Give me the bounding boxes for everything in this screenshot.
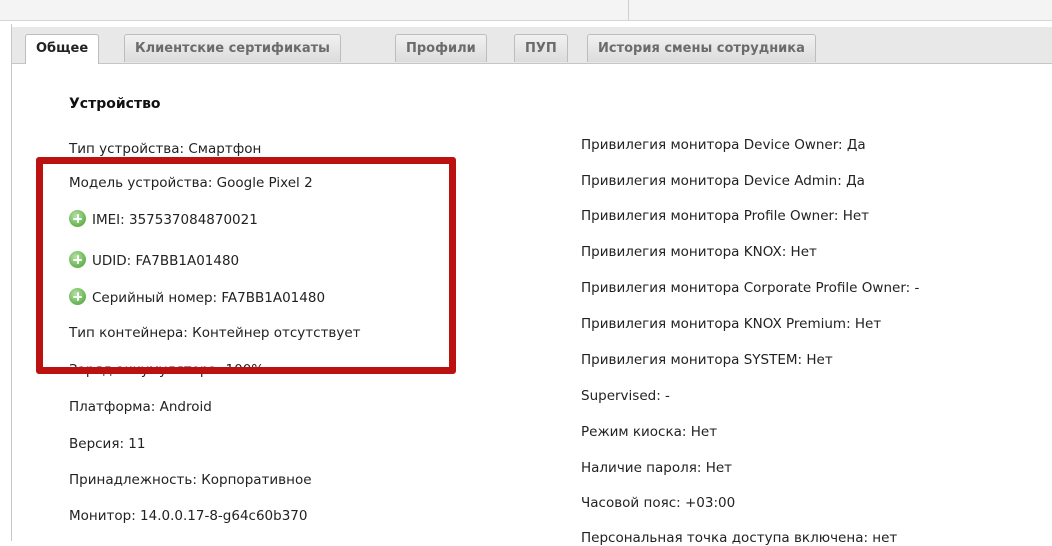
field-version: Версия: 11 bbox=[69, 436, 146, 452]
field-kiosk-mode: Режим киоска: Нет bbox=[581, 424, 718, 440]
field-priv-corporate-profile-owner: Привилегия монитора Corporate Profile Ow… bbox=[581, 280, 920, 296]
field-priv-device-admin: Привилегия монитора Device Admin: Да bbox=[581, 173, 865, 189]
field-priv-profile-owner: Привилегия монитора Profile Owner: Нет bbox=[581, 208, 870, 224]
field-supervised: Supervised: - bbox=[581, 388, 670, 404]
field-priv-knox-premium: Привилегия монитора KNOX Premium: Нет bbox=[581, 316, 882, 332]
tab-employee-change-history[interactable]: История смены сотрудника bbox=[587, 34, 816, 62]
field-priv-knox: Привилегия монитора KNOX: Нет bbox=[581, 244, 817, 260]
field-ownership: Принадлежность: Корпоративное bbox=[69, 472, 312, 488]
tab-general[interactable]: Общее bbox=[25, 34, 100, 64]
field-priv-system: Привилегия монитора SYSTEM: Нет bbox=[581, 352, 833, 368]
field-personal-hotspot: Персональная точка доступа включена: нет bbox=[581, 530, 898, 546]
tab-pup[interactable]: ПУП bbox=[514, 34, 568, 62]
tab-client-certificates[interactable]: Клиентские сертификаты bbox=[124, 34, 341, 62]
tab-profiles[interactable]: Профили bbox=[395, 34, 487, 62]
field-priv-device-owner: Привилегия монитора Device Owner: Да bbox=[581, 137, 866, 153]
highlight-frame bbox=[36, 157, 456, 374]
field-monitor: Монитор: 14.0.0.17-8-g64c60b370 bbox=[69, 508, 308, 524]
field-password-set: Наличие пароля: Нет bbox=[581, 460, 733, 476]
section-title-device: Устройство bbox=[69, 96, 161, 112]
top-toolbar-strip bbox=[0, 0, 1052, 21]
toolbar-divider bbox=[628, 0, 629, 20]
field-platform: Платформа: Android bbox=[69, 399, 212, 415]
field-timezone: Часовой пояс: +03:00 bbox=[581, 495, 736, 511]
field-device-type: Тип устройства: Смартфон bbox=[69, 141, 262, 157]
